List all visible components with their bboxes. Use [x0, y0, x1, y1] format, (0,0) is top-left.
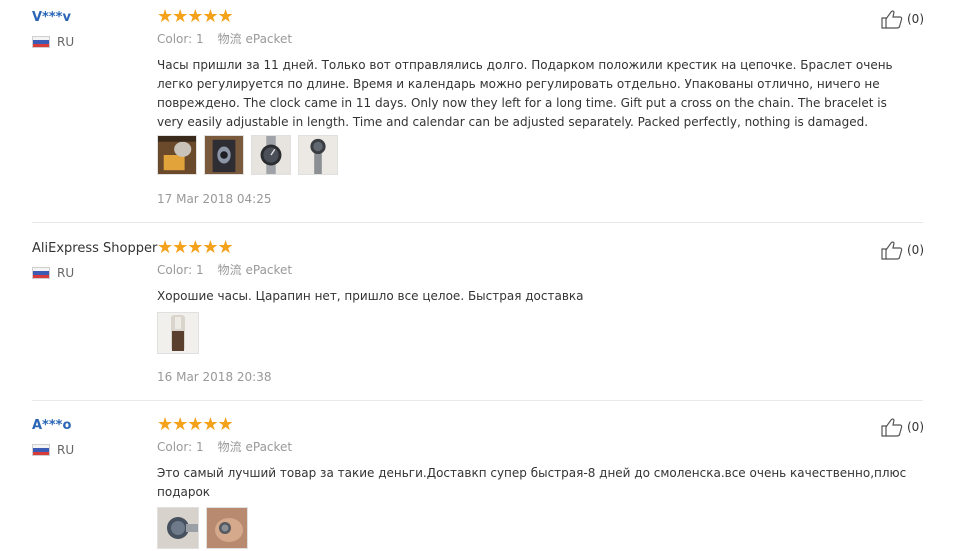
color-label: Color:	[157, 440, 193, 454]
useful-count: (0)	[907, 420, 924, 434]
review-photo[interactable]	[157, 507, 199, 549]
review-date: 17 Mar 2018 04:25	[157, 192, 272, 206]
logistics-label: 物流	[217, 440, 242, 454]
review-item: A***o RU ★★★★★ Color: 1 物流 ePacket Это са…	[0, 414, 953, 551]
order-info: Color: 1 物流 ePacket	[157, 31, 292, 47]
useful-vote[interactable]: (0)	[880, 417, 924, 437]
useful-vote[interactable]: (0)	[880, 9, 924, 29]
color-label: Color:	[157, 32, 193, 46]
review-photo[interactable]	[298, 135, 338, 175]
review-photo[interactable]	[157, 135, 197, 175]
order-info: Color: 1 物流 ePacket	[157, 439, 292, 455]
review-item: V***v RU ★★★★★ Color: 1 物流 ePacket Часы п…	[0, 6, 953, 219]
logistics-label: 物流	[217, 32, 242, 46]
review-photos	[157, 312, 199, 354]
review-photo[interactable]	[204, 135, 244, 175]
color-value: 1	[196, 32, 204, 46]
country-code: RU	[57, 443, 75, 457]
useful-vote[interactable]: (0)	[880, 240, 924, 260]
order-info: Color: 1 物流 ePacket	[157, 262, 292, 278]
review-text: Хорошие часы. Царапин нет, пришло все це…	[157, 289, 584, 303]
reviewer-name: AliExpress Shopper	[32, 241, 158, 256]
color-label: Color:	[157, 263, 193, 277]
star-rating: ★★★★★	[157, 237, 234, 258]
review-item: AliExpress Shopper RU ★★★★★ Color: 1 物流 e…	[0, 237, 953, 400]
review-text: Это самый лучший товар за такие деньги.Д…	[157, 466, 907, 499]
reviewer-name[interactable]: V***v	[32, 9, 71, 27]
color-value: 1	[196, 263, 204, 277]
thumbs-up-icon[interactable]	[880, 240, 906, 260]
logistics-value: ePacket	[245, 263, 293, 277]
review-photos	[157, 135, 338, 175]
star-rating: ★★★★★	[157, 414, 234, 435]
logistics-value: ePacket	[245, 440, 293, 454]
review-divider	[32, 222, 923, 223]
review-photo[interactable]	[251, 135, 291, 175]
review-text: Часы пришли за 11 дней. Только вот отпра…	[157, 58, 893, 129]
reviewer-country: RU	[32, 265, 74, 281]
color-value: 1	[196, 440, 204, 454]
logistics-label: 物流	[217, 263, 242, 277]
logistics-value: ePacket	[245, 32, 293, 46]
review-date: 16 Mar 2018 20:38	[157, 370, 272, 384]
russia-flag-icon	[32, 36, 50, 48]
useful-count: (0)	[907, 12, 924, 26]
thumbs-up-icon[interactable]	[880, 9, 906, 29]
thumbs-up-icon[interactable]	[880, 417, 906, 437]
russia-flag-icon	[32, 267, 50, 279]
country-code: RU	[57, 35, 75, 49]
review-photo[interactable]	[157, 312, 199, 354]
russia-flag-icon	[32, 444, 50, 456]
reviewer-name[interactable]: A***o	[32, 417, 71, 435]
review-photo[interactable]	[206, 507, 248, 549]
star-rating: ★★★★★	[157, 6, 234, 27]
country-code: RU	[57, 266, 75, 280]
review-divider	[32, 400, 923, 401]
useful-count: (0)	[907, 243, 924, 257]
reviewer-country: RU	[32, 34, 74, 50]
review-photos	[157, 507, 248, 549]
reviewer-country: RU	[32, 442, 74, 458]
